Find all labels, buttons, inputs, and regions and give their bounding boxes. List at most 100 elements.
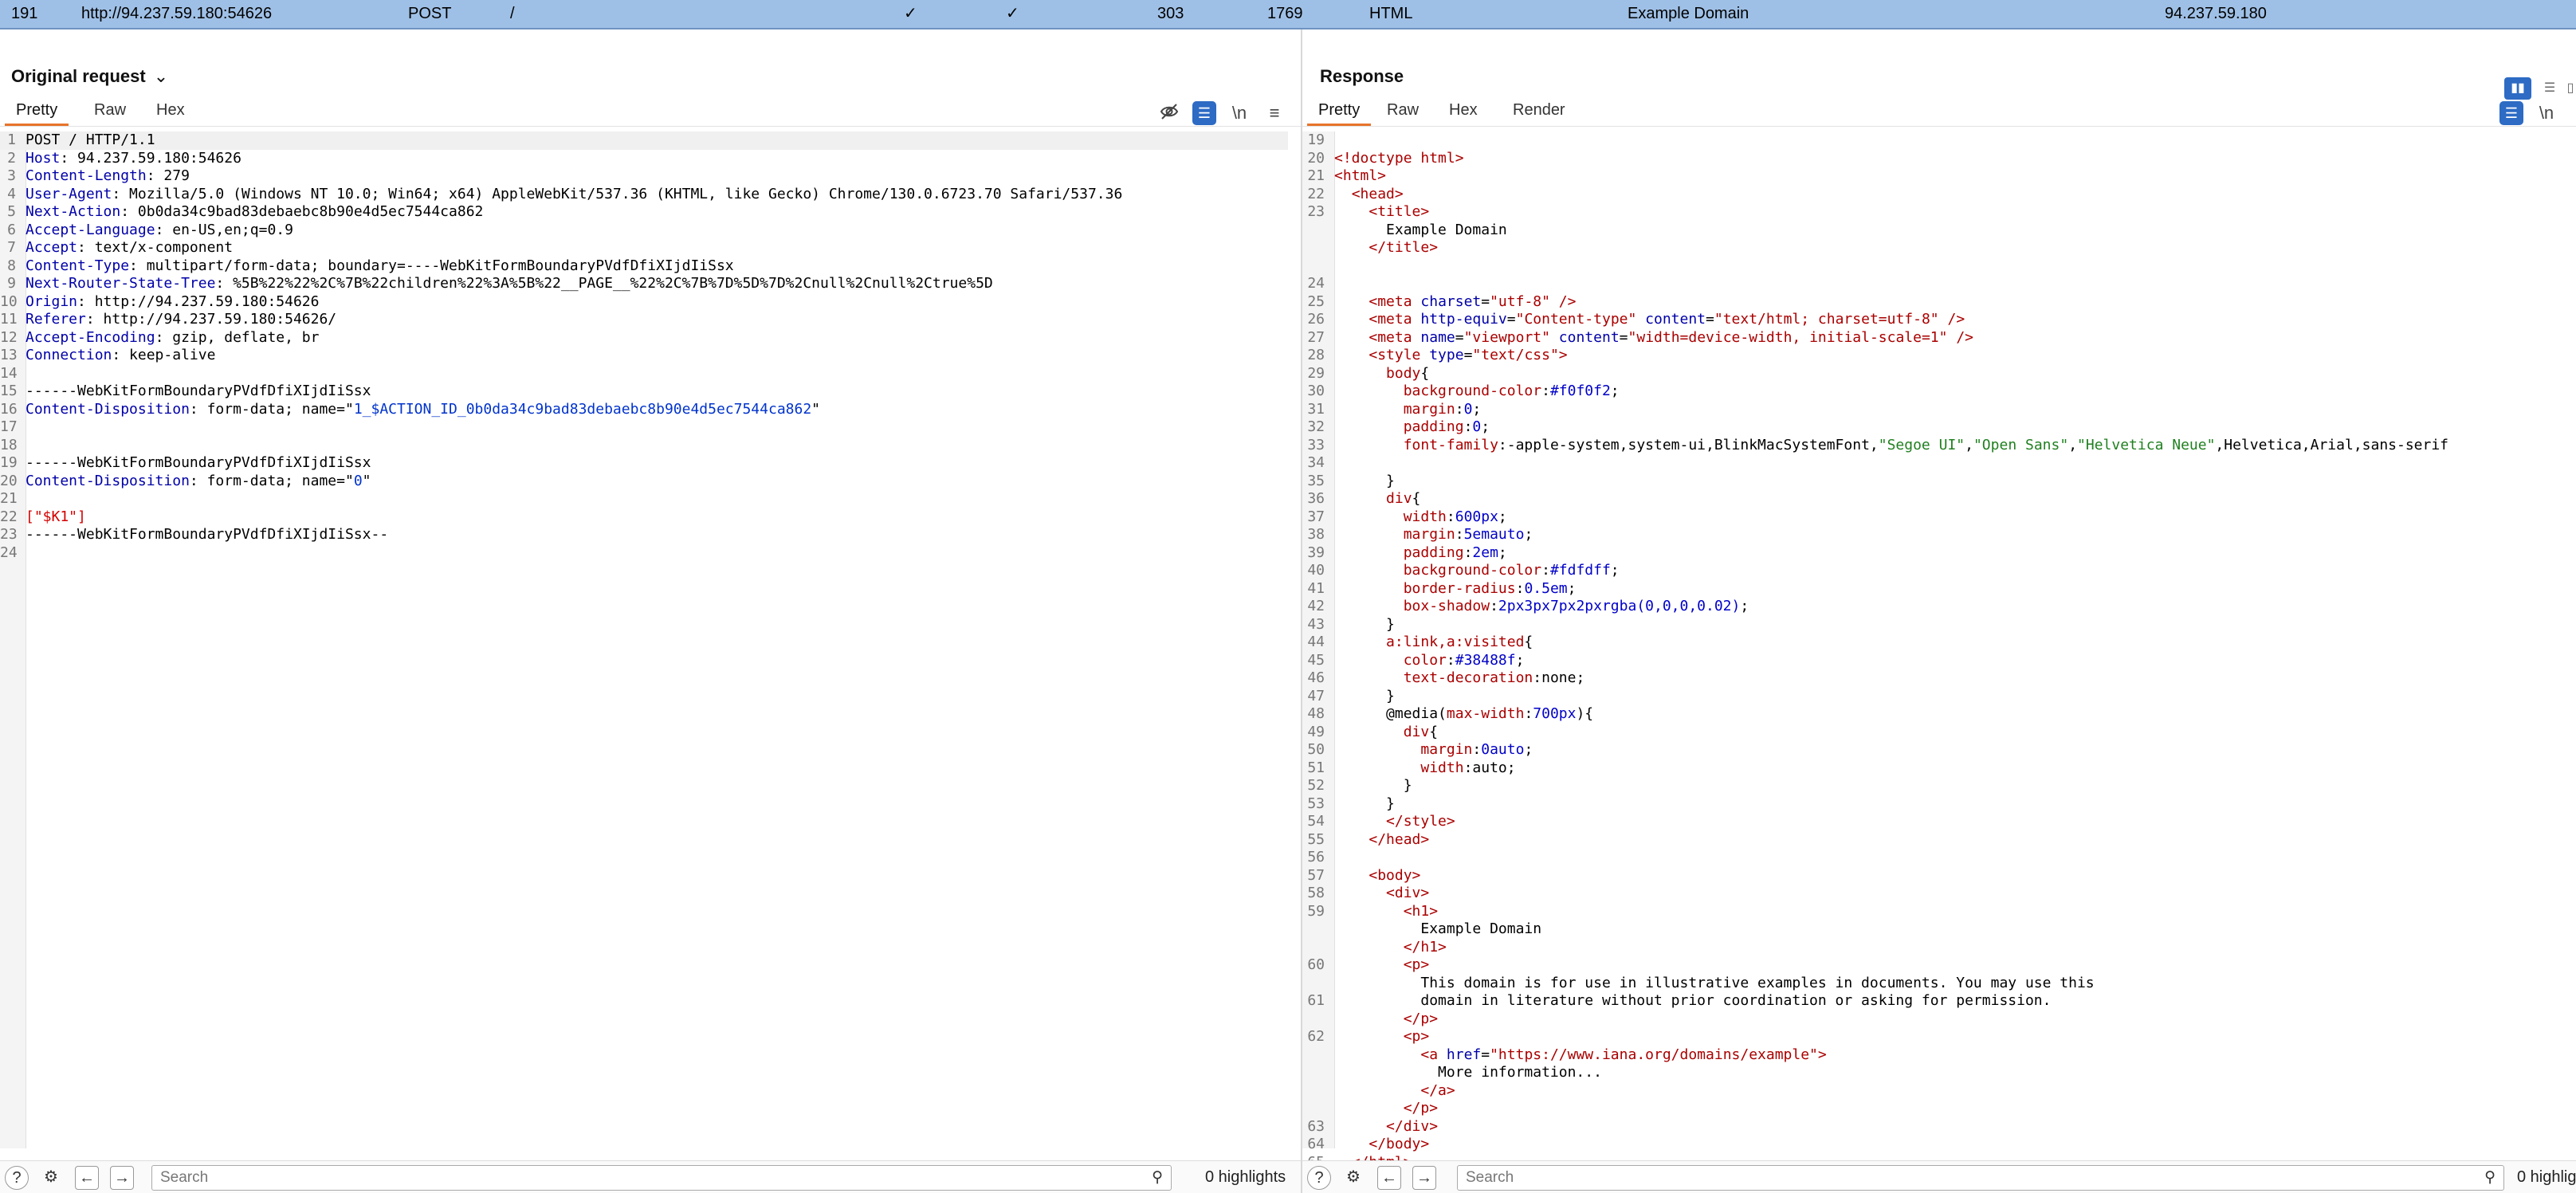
arrow-left-icon[interactable]: ← bbox=[1377, 1166, 1401, 1190]
chevron-down-icon[interactable]: ⌄ bbox=[154, 66, 168, 87]
code-token: Example Domain bbox=[1334, 920, 1542, 937]
code-token: , bbox=[1965, 436, 1973, 453]
code-token: : Mozilla/5.0 (Windows NT 10.0; Win64; x… bbox=[112, 185, 1123, 202]
gear-icon[interactable]: ⚙ bbox=[40, 1166, 62, 1188]
code-token: </body> bbox=[1368, 1136, 1430, 1152]
line-text: border-radius:0.5em; bbox=[1334, 580, 1577, 598]
code-line: 22 ["$K1"] bbox=[0, 508, 86, 527]
wrap-icon[interactable]: ☰ bbox=[2499, 101, 2523, 125]
tab-hex[interactable]: Hex bbox=[145, 96, 196, 124]
row-method: POST bbox=[408, 5, 452, 22]
stacked-layout-icon[interactable]: ☰ bbox=[2536, 77, 2563, 100]
code-line: 49 div{ bbox=[1302, 724, 1438, 742]
code-token: </p> bbox=[1403, 1010, 1439, 1027]
tab-hex[interactable]: Hex bbox=[1438, 96, 1489, 124]
line-text: <meta name="viewport" content="width=dev… bbox=[1334, 329, 1973, 347]
menu-icon[interactable]: ≡ bbox=[1262, 101, 1286, 125]
line-number: 45 bbox=[1307, 651, 1325, 669]
code-token: /> bbox=[1947, 328, 1973, 346]
code-token: ["$K1"] bbox=[26, 508, 86, 525]
line-text: background-color:#fdfdff; bbox=[1334, 562, 1620, 580]
row-status: 303 bbox=[1157, 5, 1184, 22]
tab-raw[interactable]: Raw bbox=[1376, 96, 1430, 124]
arrow-right-icon[interactable]: → bbox=[110, 1166, 134, 1190]
code-token: href bbox=[1446, 1046, 1482, 1063]
code-token: http-equiv bbox=[1420, 311, 1507, 328]
code-line: More information... bbox=[1302, 1064, 1602, 1082]
code-token: : bbox=[1472, 741, 1482, 758]
history-row-selected[interactable]: 191 http://94.237.59.180:54626 POST / ✓ … bbox=[0, 0, 2576, 29]
code-token: padding bbox=[1403, 544, 1464, 561]
request-statusbar: ? ⚙ ← → Search ⚲ 0 highlights bbox=[0, 1160, 1301, 1193]
line-number: 12 bbox=[0, 328, 18, 346]
code-token: </style> bbox=[1386, 813, 1455, 830]
split-layout-icon[interactable]: ▮▮ bbox=[2504, 77, 2531, 100]
line-number: 1 bbox=[7, 131, 16, 148]
code-line: Example Domain bbox=[1302, 920, 1541, 939]
code-line: 6 Accept-Language: en-US,en;q=0.9 bbox=[0, 222, 293, 240]
eye-off-icon[interactable] bbox=[1157, 101, 1181, 125]
newline-icon[interactable]: \n bbox=[2535, 101, 2558, 125]
request-title[interactable]: Original request ⌄ bbox=[11, 66, 168, 87]
tab-render[interactable]: Render bbox=[1502, 96, 1577, 124]
line-number: 24 bbox=[0, 544, 18, 561]
line-text: POST / HTTP/1.1 bbox=[26, 131, 155, 150]
code-token: ------WebKitFormBoundaryPVdfDfiXIjdIiSsx bbox=[26, 454, 371, 471]
arrow-right-icon[interactable]: → bbox=[1412, 1166, 1436, 1190]
line-number: 2 bbox=[7, 149, 16, 167]
code-line: 28 <style type="text/css"> bbox=[1302, 347, 1567, 365]
code-token: : bbox=[1446, 651, 1455, 669]
line-text: Content-Disposition: form-data; name="1_… bbox=[26, 401, 820, 419]
code-token: : 94.237.59.180:54626 bbox=[60, 149, 242, 167]
response-pane: ▮▮ ☰ ▯ Response Pretty Raw Hex Render ☰ … bbox=[1302, 29, 2576, 1193]
newline-icon[interactable]: \n bbox=[1227, 101, 1251, 125]
code-line: 37 width:600px; bbox=[1302, 508, 1507, 527]
tab-pretty[interactable]: Pretty bbox=[5, 96, 69, 126]
request-editor[interactable]: 1 POST / HTTP/1.1 2 Host: 94.237.59.180:546… bbox=[0, 131, 1301, 1148]
code-line: </p> bbox=[1302, 1100, 1438, 1118]
line-number: 19 bbox=[1307, 131, 1325, 148]
single-layout-icon[interactable]: ▯ bbox=[2565, 77, 2576, 100]
tab-raw[interactable]: Raw bbox=[83, 96, 137, 124]
search-icon: ⚲ bbox=[2484, 1169, 2496, 1186]
code-token: 0 bbox=[353, 472, 363, 489]
code-token: ){ bbox=[1576, 705, 1594, 722]
line-number: 13 bbox=[0, 347, 18, 363]
arrow-left-icon[interactable]: ← bbox=[75, 1166, 99, 1190]
code-token: : http://94.237.59.180:54626 bbox=[77, 292, 320, 310]
code-token: More information... bbox=[1334, 1064, 1602, 1081]
code-token: ; bbox=[1498, 508, 1507, 525]
help-icon[interactable]: ? bbox=[1307, 1166, 1331, 1190]
code-token: } bbox=[1334, 687, 1395, 704]
gear-icon[interactable]: ⚙ bbox=[1342, 1166, 1365, 1188]
line-number: 28 bbox=[1307, 347, 1325, 363]
code-line: 26 <meta http-equiv="Content-type" conte… bbox=[1302, 311, 1965, 329]
code-line: 51 width:auto; bbox=[1302, 759, 1515, 778]
line-text: } bbox=[1334, 616, 1395, 634]
help-icon[interactable]: ? bbox=[5, 1166, 29, 1190]
code-token: = bbox=[1706, 311, 1714, 328]
wrap-icon[interactable]: ☰ bbox=[1192, 101, 1216, 125]
tab-pretty[interactable]: Pretty bbox=[1307, 96, 1372, 126]
line-text: } bbox=[1334, 777, 1412, 795]
code-token: </head> bbox=[1368, 830, 1430, 848]
line-number: 14 bbox=[0, 364, 18, 382]
response-editor[interactable]: 19 20 <!doctype html> 21 <html> 22 <head> 23 <… bbox=[1302, 131, 2576, 1188]
code-token: <p> bbox=[1403, 1028, 1430, 1045]
response-search-input[interactable]: Search ⚲ bbox=[1457, 1165, 2504, 1191]
code-line: 38 margin:5emauto; bbox=[1302, 526, 1533, 544]
line-text: Next-Action: 0b0da34c9bad83debaebc8b90e4… bbox=[26, 203, 483, 222]
request-search-input[interactable]: Search ⚲ bbox=[151, 1165, 1172, 1191]
code-token: Accept bbox=[26, 239, 78, 256]
line-text: body{ bbox=[1334, 365, 1429, 383]
code-token: , bbox=[2068, 436, 2078, 453]
code-token: { bbox=[1412, 490, 1421, 507]
